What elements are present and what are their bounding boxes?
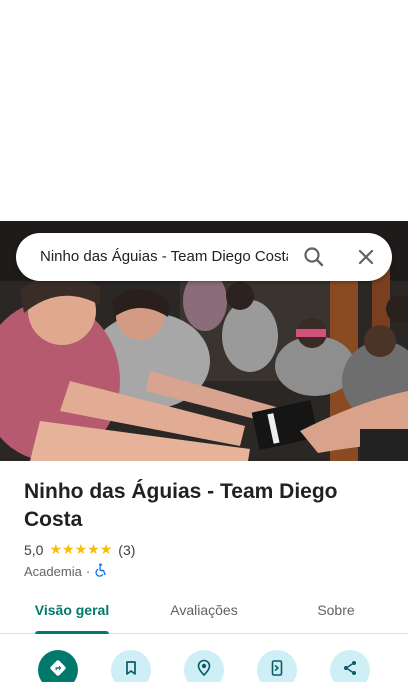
share-icon xyxy=(341,659,359,682)
directions-button[interactable] xyxy=(38,650,78,682)
tab-about[interactable]: Sobre xyxy=(298,592,374,634)
directions-icon xyxy=(48,658,68,682)
rating-row[interactable]: 5,0 ★ ★ ★ ★ ★ (3) xyxy=(24,540,135,560)
save-button[interactable] xyxy=(111,650,151,682)
nearby-icon xyxy=(195,659,213,682)
star-icon: ★ xyxy=(74,542,88,558)
place-category: Academia xyxy=(24,563,82,579)
star-icon: ★ xyxy=(99,542,113,558)
search-input[interactable]: Ninho das Águias - Team Diego Costa xyxy=(40,233,288,281)
separator: · xyxy=(85,563,91,579)
star-icon: ★ xyxy=(49,542,63,558)
send-to-phone-button[interactable] xyxy=(257,650,297,682)
place-title: Ninho das Águias - Team Diego Costa xyxy=(24,480,338,531)
tab-reviews[interactable]: Avaliações xyxy=(156,592,252,634)
phone-icon xyxy=(268,659,286,682)
star-icon: ★ xyxy=(62,542,75,558)
wheelchair-accessible-icon xyxy=(94,562,108,580)
review-count[interactable]: (3) xyxy=(118,542,135,558)
map-area[interactable] xyxy=(0,0,408,221)
nearby-button[interactable] xyxy=(184,650,224,682)
star-icon: ★ xyxy=(87,542,100,558)
tab-overview[interactable]: Visão geral xyxy=(24,592,120,634)
share-button[interactable] xyxy=(330,650,370,682)
close-icon[interactable] xyxy=(352,243,380,271)
search-icon[interactable] xyxy=(300,243,328,271)
tab-bar: Visão geral Avaliações Sobre xyxy=(0,592,408,634)
rating-value: 5,0 xyxy=(24,542,44,558)
category-row: Academia · xyxy=(24,562,108,580)
star-rating: ★ ★ ★ ★ ★ xyxy=(49,543,112,557)
search-bar[interactable]: Ninho das Águias - Team Diego Costa xyxy=(16,233,392,281)
bookmark-icon xyxy=(122,659,140,682)
